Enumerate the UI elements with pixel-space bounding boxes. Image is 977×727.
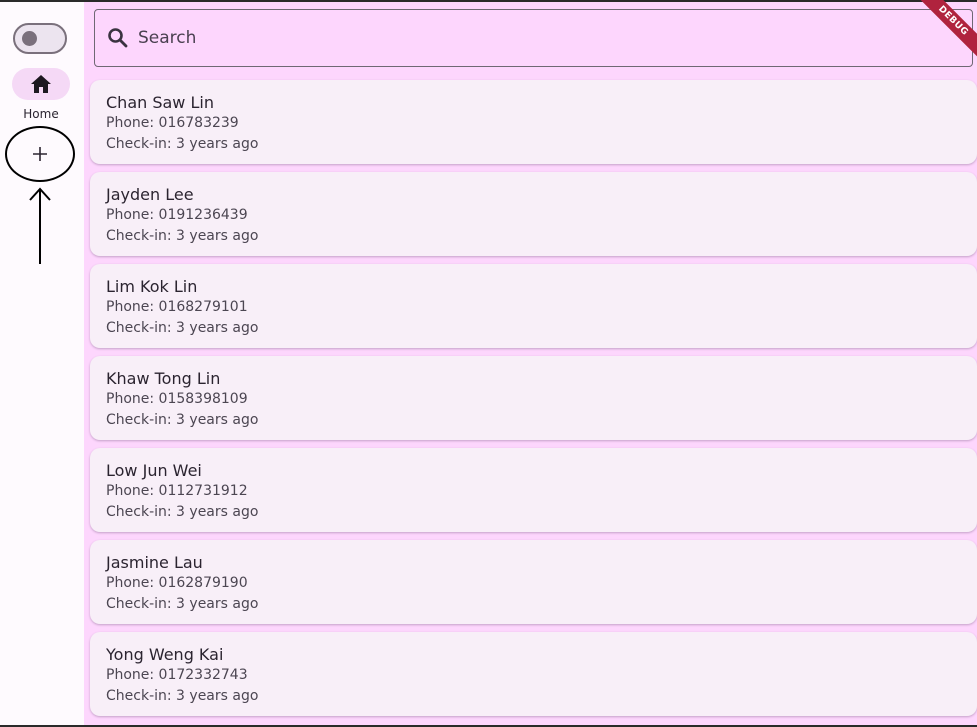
home-icon [31, 75, 51, 93]
contact-checkin: Check-in: 3 years ago [106, 596, 259, 612]
contact-phone: Phone: 0112731912 [106, 483, 248, 499]
contact-name: Jasmine Lau [106, 553, 203, 572]
contact-checkin: Check-in: 3 years ago [106, 412, 259, 428]
contact-card[interactable]: Chan Saw Lin Phone: 016783239 Check-in: … [90, 80, 977, 164]
search-icon [108, 28, 128, 48]
contact-name: Khaw Tong Lin [106, 369, 221, 388]
contact-name: Low Jun Wei [106, 461, 202, 480]
contact-checkin: Check-in: 3 years ago [106, 136, 259, 152]
navigation-rail: Home [0, 2, 84, 725]
contact-checkin: Check-in: 3 years ago [106, 320, 259, 336]
contact-name: Yong Weng Kai [106, 645, 224, 664]
toggle-knob [22, 31, 37, 46]
main-content: Search DEBUG Chan Saw Lin Phone: 0167832… [84, 0, 977, 725]
contact-name: Lim Kok Lin [106, 277, 198, 296]
nav-home-label: Home [23, 107, 59, 121]
search-input[interactable]: Search [138, 28, 196, 48]
contact-phone: Phone: 016783239 [106, 115, 239, 131]
contact-card[interactable]: Low Jun Wei Phone: 0112731912 Check-in: … [90, 448, 977, 532]
contact-name: Jayden Lee [106, 185, 194, 204]
contact-phone: Phone: 0162879190 [106, 575, 248, 591]
contact-card[interactable]: Yong Weng Kai Phone: 0172332743 Check-in… [90, 632, 977, 716]
arrow-up-annotation [29, 187, 51, 264]
contact-checkin: Check-in: 3 years ago [106, 504, 259, 520]
contact-card[interactable]: Jayden Lee Phone: 0191236439 Check-in: 3… [90, 172, 977, 256]
theme-toggle[interactable] [13, 23, 67, 54]
contact-card[interactable]: Lim Kok Lin Phone: 0168279101 Check-in: … [90, 264, 977, 348]
contact-name: Chan Saw Lin [106, 93, 214, 112]
nav-home-button[interactable] [12, 68, 70, 100]
contact-checkin: Check-in: 3 years ago [106, 228, 259, 244]
contact-phone: Phone: 0168279101 [106, 299, 248, 315]
contact-card[interactable]: Khaw Tong Lin Phone: 0158398109 Check-in… [90, 356, 977, 440]
contact-list: Chan Saw Lin Phone: 016783239 Check-in: … [90, 80, 977, 724]
contact-card[interactable]: Jasmine Lau Phone: 0162879190 Check-in: … [90, 540, 977, 624]
contact-phone: Phone: 0172332743 [106, 667, 248, 683]
contact-checkin: Check-in: 3 years ago [106, 688, 259, 704]
add-icon [33, 147, 47, 161]
add-contact-button[interactable] [5, 126, 75, 182]
contact-phone: Phone: 0158398109 [106, 391, 248, 407]
contact-phone: Phone: 0191236439 [106, 207, 248, 223]
search-bar[interactable]: Search [94, 9, 973, 67]
